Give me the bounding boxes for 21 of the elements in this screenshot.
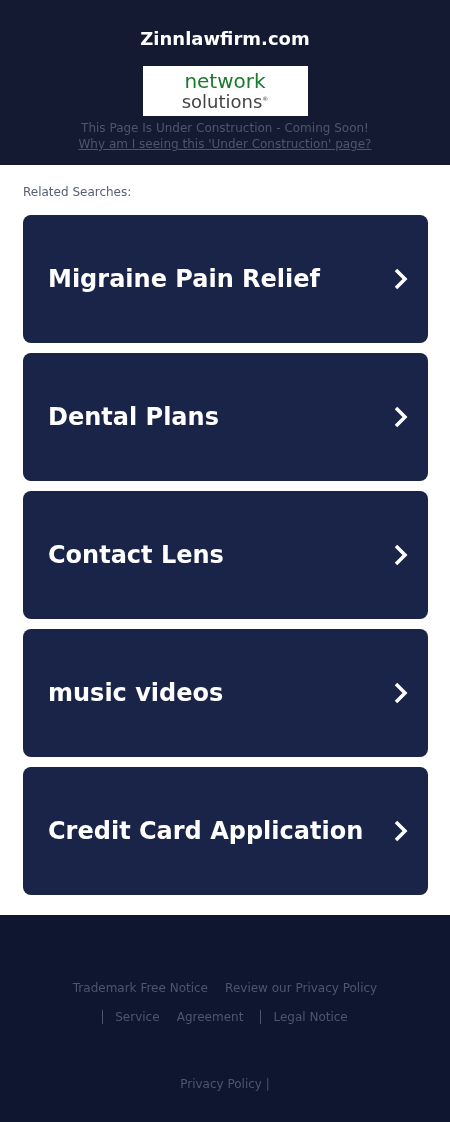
- footer-link[interactable]: Agreement: [176, 1010, 244, 1024]
- site-title: Zinnlawfirm.com: [140, 28, 310, 50]
- search-link[interactable]: Contact Lens: [23, 491, 428, 619]
- info-link[interactable]: Why am I seeing this 'Under Construction' page?: [78, 136, 372, 152]
- footer-link[interactable]: Trademark Free Notice: [72, 981, 208, 995]
- footer-link[interactable]: Legal Notice: [260, 1010, 348, 1024]
- search-link[interactable]: Credit Card Application: [23, 767, 428, 895]
- chevron-right-icon: [394, 682, 408, 704]
- chevron-right-icon: [394, 544, 408, 566]
- search-link[interactable]: Migraine Pain Relief: [23, 215, 428, 343]
- search-link[interactable]: music videos: [23, 629, 428, 757]
- section-label: Related Searches:: [23, 185, 133, 199]
- chevron-right-icon: [394, 406, 408, 428]
- chevron-right-icon: [394, 820, 408, 842]
- notice-text: This Page Is Under Construction - Coming Soon!: [81, 120, 369, 136]
- logo: network solutions$^{®}$: [142, 66, 308, 116]
- footer-link[interactable]: Service: [102, 1010, 160, 1024]
- footer-link[interactable]: Review our Privacy Policy: [225, 981, 378, 995]
- chevron-right-icon: [394, 268, 408, 290]
- search-link[interactable]: Dental Plans: [23, 353, 428, 481]
- footer-link[interactable]: Privacy Policy |: [180, 1077, 270, 1091]
